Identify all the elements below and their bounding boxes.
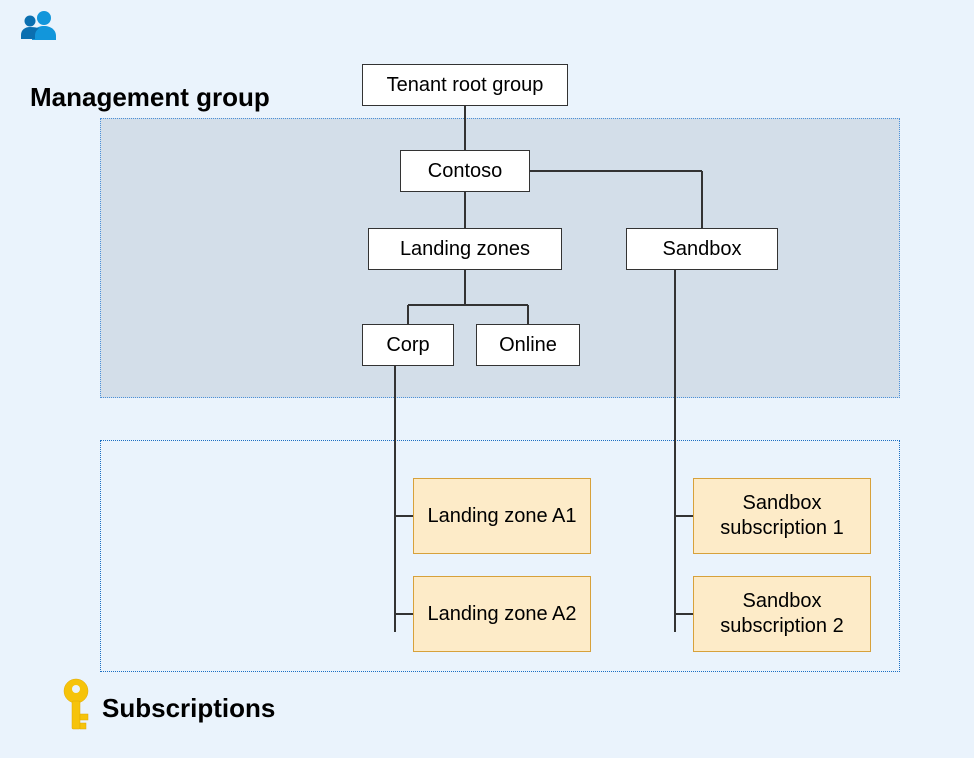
subscription-sb1: Sandbox subscription 1 — [693, 478, 871, 554]
node-sandbox: Sandbox — [626, 228, 778, 270]
node-label: Corp — [386, 333, 429, 358]
node-landing-zones: Landing zones — [368, 228, 562, 270]
node-label: Contoso — [428, 159, 503, 184]
key-icon — [58, 678, 94, 740]
node-tenant-root: Tenant root group — [362, 64, 568, 106]
subscription-lz-a2: Landing zone A2 — [413, 576, 591, 652]
subscription-lz-a1: Landing zone A1 — [413, 478, 591, 554]
node-label: Tenant root group — [387, 73, 544, 98]
node-corp: Corp — [362, 324, 454, 366]
node-label: Online — [499, 333, 557, 358]
people-icon — [18, 8, 60, 52]
subscription-label: Sandbox subscription 1 — [704, 491, 860, 541]
node-contoso: Contoso — [400, 150, 530, 192]
subscriptions-title: Subscriptions — [102, 693, 275, 724]
management-group-title: Management group — [30, 82, 270, 113]
node-online: Online — [476, 324, 580, 366]
subscription-label: Sandbox subscription 2 — [704, 589, 860, 639]
node-label: Sandbox — [663, 237, 742, 262]
subscription-label: Landing zone A2 — [427, 602, 576, 627]
subscription-sb2: Sandbox subscription 2 — [693, 576, 871, 652]
subscription-label: Landing zone A1 — [427, 504, 576, 529]
node-label: Landing zones — [400, 237, 530, 262]
